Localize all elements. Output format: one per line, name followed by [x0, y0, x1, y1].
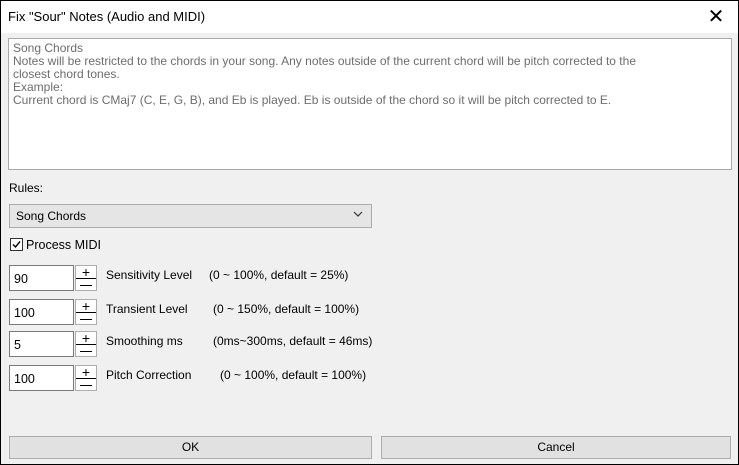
process-midi-checkbox[interactable] — [10, 238, 23, 251]
transient-hint: (0 ~ 150%, default = 100%) — [213, 302, 360, 316]
description-line: Current chord is CMaj7 (C, E, G, B), and… — [13, 93, 612, 107]
sensitivity-hint: (0 ~ 100%, default = 25%) — [209, 268, 349, 282]
ok-button[interactable]: OK — [9, 436, 372, 459]
pitch-correction-value: 100 — [14, 372, 35, 386]
increment-button[interactable]: + — [76, 299, 96, 313]
transient-label: Transient Level — [106, 302, 188, 316]
smoothing-input[interactable]: 5 — [9, 331, 74, 357]
pitch-correction-label: Pitch Correction — [106, 368, 192, 382]
decrement-button[interactable] — [76, 379, 96, 391]
smoothing-spinner[interactable]: + — [75, 331, 97, 357]
transient-value: 100 — [14, 306, 35, 320]
pitch-correction-spinner[interactable]: + — [75, 365, 97, 391]
chevron-down-icon — [353, 211, 363, 217]
title-bar: Fix "Sour" Notes (Audio and MIDI) ✕ — [1, 1, 738, 33]
decrement-button[interactable] — [76, 345, 96, 357]
increment-button[interactable]: + — [76, 365, 96, 379]
transient-spinner[interactable]: + — [75, 299, 97, 325]
rules-selected-value: Song Chords — [16, 209, 87, 223]
smoothing-label: Smoothing ms — [106, 334, 183, 348]
description-line: Notes will be restricted to the chords i… — [13, 54, 636, 68]
cancel-button[interactable]: Cancel — [381, 436, 731, 459]
pitch-correction-hint: (0 ~ 100%, default = 100%) — [220, 368, 367, 382]
window-title: Fix "Sour" Notes (Audio and MIDI) — [8, 9, 206, 24]
smoothing-hint: (0ms~300ms, default = 46ms) — [213, 334, 373, 348]
pitch-correction-input[interactable]: 100 — [9, 365, 74, 391]
decrement-button[interactable] — [76, 313, 96, 325]
increment-button[interactable]: + — [76, 265, 96, 279]
decrement-button[interactable] — [76, 279, 96, 291]
transient-input[interactable]: 100 — [9, 299, 74, 325]
process-midi-label[interactable]: Process MIDI — [26, 238, 101, 252]
checkmark-icon — [12, 241, 21, 249]
sensitivity-label: Sensitivity Level — [106, 268, 193, 282]
increment-button[interactable]: + — [76, 331, 96, 345]
rules-dropdown[interactable]: Song Chords — [9, 204, 372, 228]
sensitivity-input[interactable]: 90 — [9, 265, 74, 291]
rules-label: Rules: — [9, 181, 44, 195]
sensitivity-spinner[interactable]: + — [75, 265, 97, 291]
close-icon[interactable]: ✕ — [704, 5, 728, 29]
smoothing-value: 5 — [14, 338, 21, 352]
sensitivity-value: 90 — [14, 272, 28, 286]
rule-description-box: Song Chords Notes will be restricted to … — [8, 38, 732, 170]
fix-sour-notes-dialog: Fix "Sour" Notes (Audio and MIDI) ✕ Song… — [0, 0, 739, 465]
description-line: closest chord tones. — [13, 67, 120, 81]
